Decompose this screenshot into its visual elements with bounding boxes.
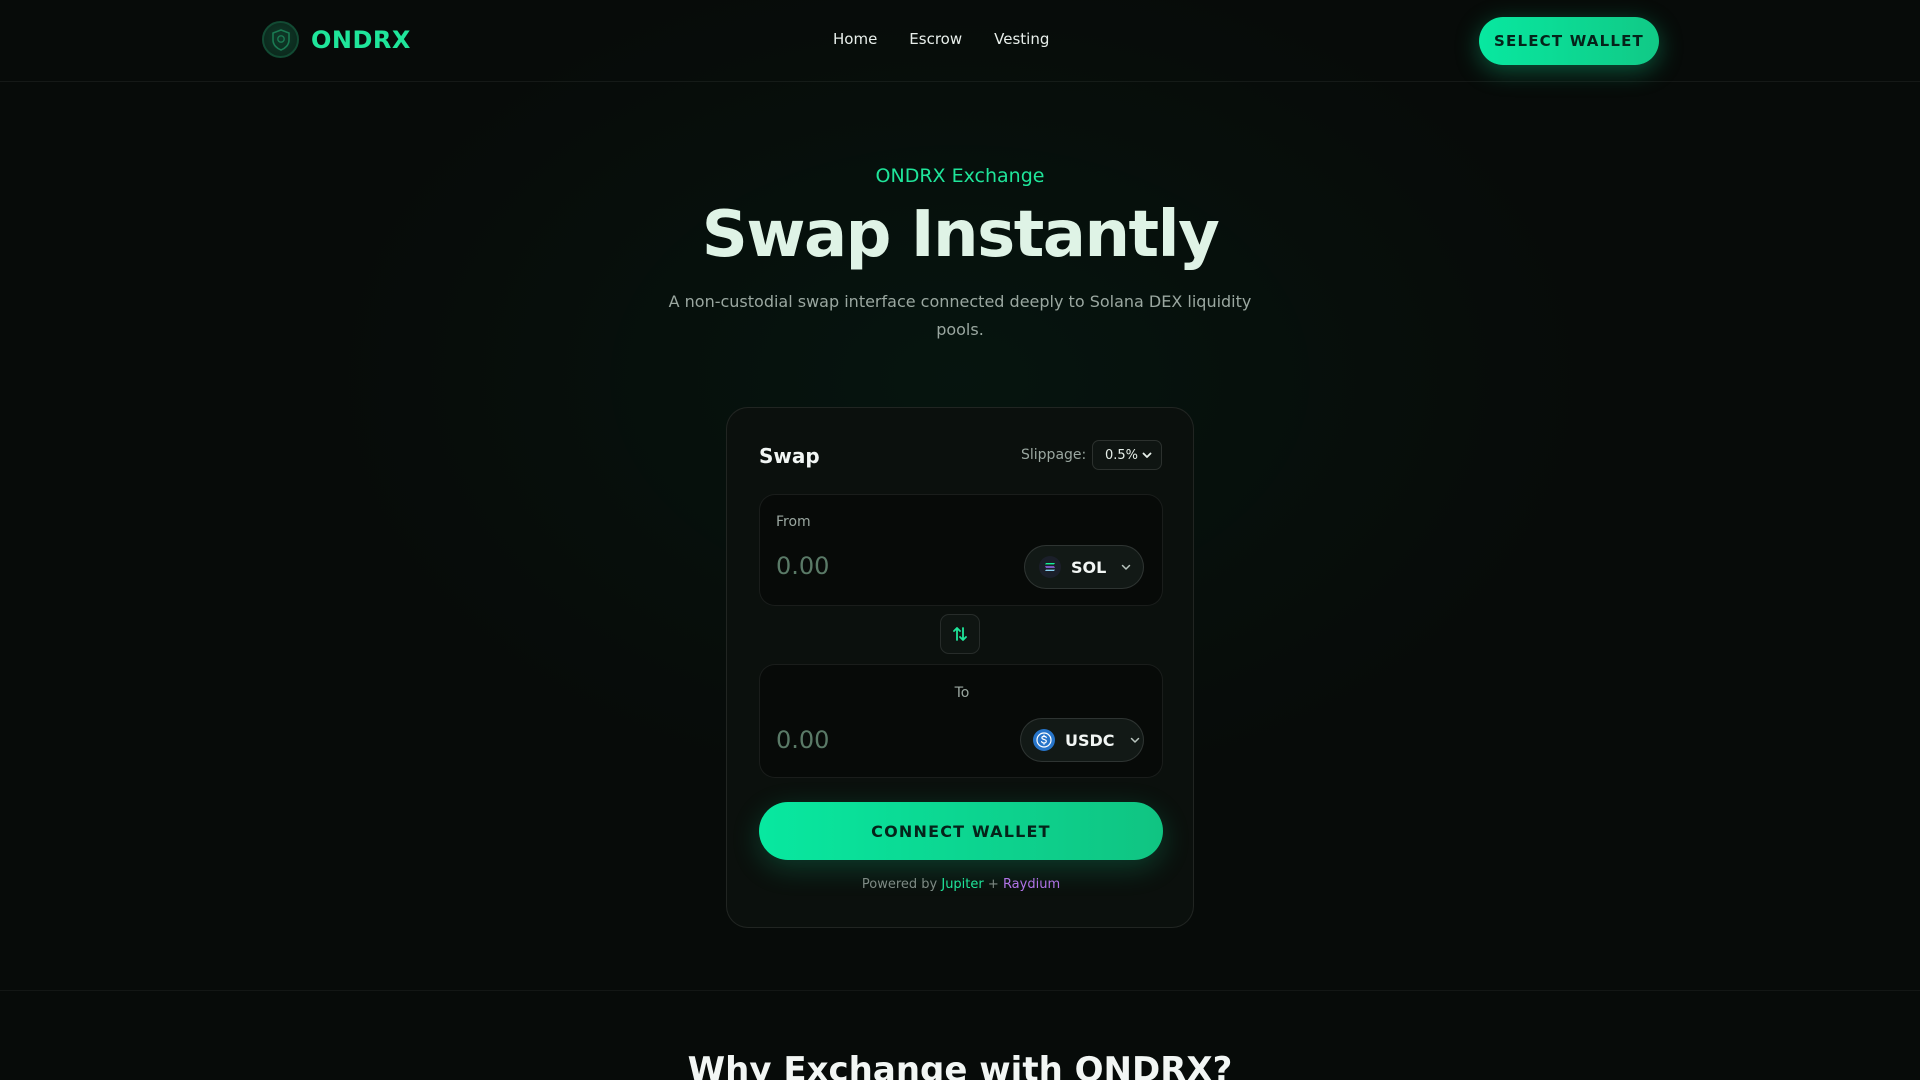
- solana-icon: [1039, 556, 1061, 578]
- why-section-title: Why Exchange with ONDRX?: [687, 1050, 1233, 1080]
- to-panel: To USDC: [759, 664, 1163, 778]
- swap-card: Swap Slippage: 0.5% From SOL: [726, 407, 1194, 928]
- jupiter-link[interactable]: Jupiter: [941, 877, 983, 892]
- raydium-link[interactable]: Raydium: [1003, 877, 1060, 892]
- to-amount-input[interactable]: [776, 720, 996, 760]
- slippage-select[interactable]: 0.5%: [1092, 440, 1162, 470]
- brand-name: ONDRX: [311, 25, 411, 54]
- page-title: Swap Instantly: [701, 198, 1220, 272]
- hero-subtitle: A non-custodial swap interface connected…: [668, 292, 1252, 339]
- nav-vesting[interactable]: Vesting: [994, 30, 1049, 48]
- chevron-down-icon: [1130, 737, 1139, 743]
- to-label: To: [954, 685, 970, 701]
- nav-escrow[interactable]: Escrow: [909, 30, 962, 48]
- ondrx-logo-icon: [262, 21, 299, 58]
- to-token-selector[interactable]: USDC: [1020, 718, 1144, 762]
- swap-card-title: Swap: [759, 444, 820, 468]
- chevron-down-icon: [1142, 452, 1152, 458]
- brand[interactable]: ONDRX: [262, 21, 411, 58]
- usdc-icon: [1033, 729, 1055, 751]
- slippage-label: Slippage:: [1021, 447, 1087, 463]
- from-label: From: [776, 514, 811, 530]
- slippage-value: 0.5%: [1105, 447, 1139, 463]
- to-token-symbol: USDC: [1065, 730, 1115, 750]
- swap-arrows-icon: [953, 627, 967, 641]
- nav-home[interactable]: Home: [833, 30, 877, 48]
- from-panel: From SOL: [759, 494, 1163, 606]
- hero-eyebrow: ONDRX Exchange: [875, 165, 1045, 187]
- select-wallet-button[interactable]: SELECT WALLET: [1479, 17, 1659, 65]
- main-nav: Home Escrow Vesting: [833, 30, 1049, 48]
- from-token-symbol: SOL: [1071, 557, 1107, 577]
- chevron-down-icon: [1122, 564, 1131, 570]
- powered-by: Powered by Jupiter + Raydium: [727, 877, 1195, 892]
- powered-plus: +: [987, 877, 999, 892]
- connect-wallet-button[interactable]: CONNECT WALLET: [759, 802, 1163, 860]
- from-token-selector[interactable]: SOL: [1024, 545, 1144, 589]
- section-divider: [0, 990, 1920, 991]
- from-amount-input[interactable]: [776, 546, 996, 586]
- top-navbar: ONDRX Home Escrow Vesting SELECT WALLET: [0, 0, 1920, 82]
- swap-direction-button[interactable]: [940, 614, 980, 654]
- powered-prefix: Powered by: [861, 877, 938, 892]
